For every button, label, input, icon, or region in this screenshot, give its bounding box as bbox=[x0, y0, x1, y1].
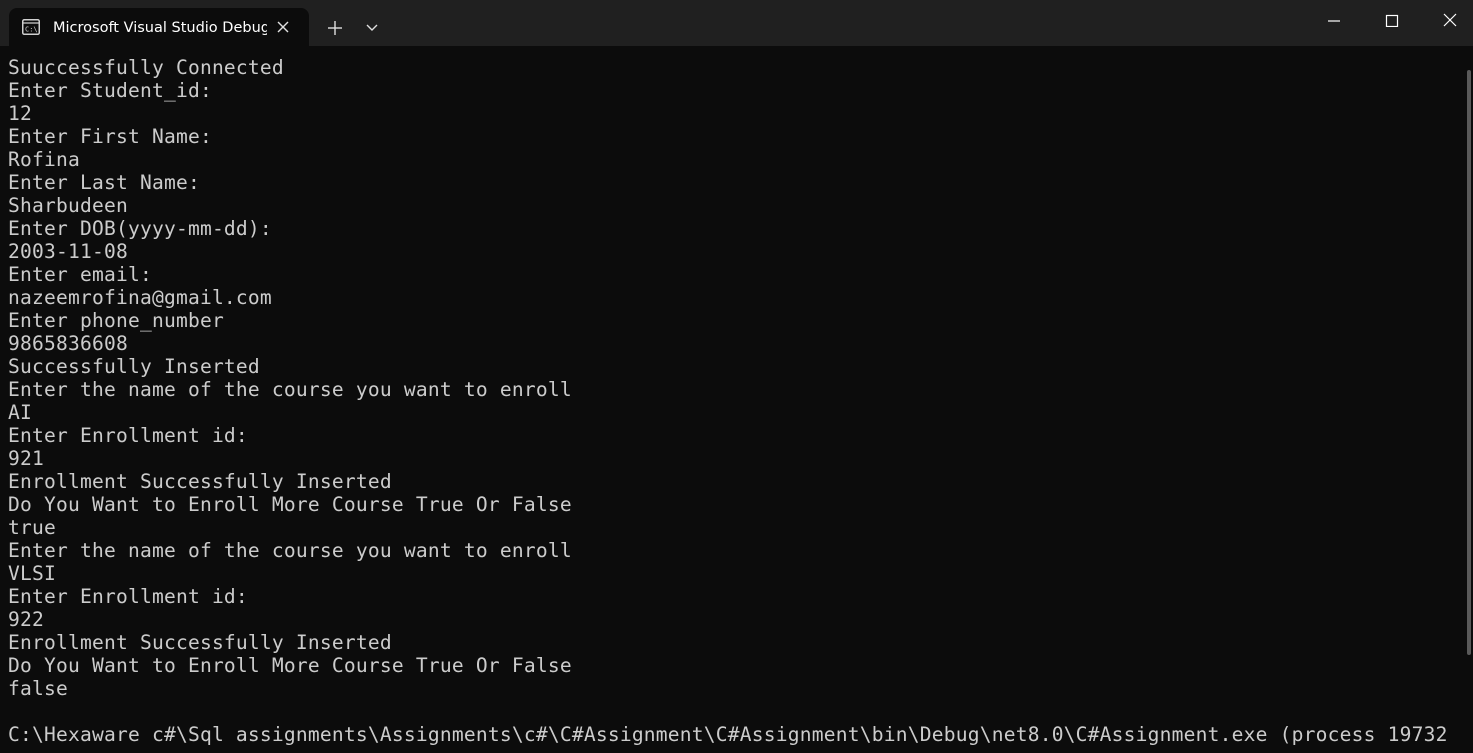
console-output[interactable]: Suuccessfully Connected Enter Student_id:… bbox=[8, 56, 1458, 753]
console-line: Enter First Name: bbox=[8, 125, 212, 148]
tab-close-icon[interactable] bbox=[274, 18, 292, 36]
vertical-scrollbar[interactable] bbox=[1467, 70, 1471, 655]
console-line: Enter Enrollment id: bbox=[8, 585, 248, 608]
console-line: false bbox=[8, 677, 68, 700]
close-window-button[interactable] bbox=[1421, 0, 1473, 42]
maximize-button[interactable] bbox=[1363, 0, 1421, 42]
minimize-icon bbox=[1328, 20, 1340, 22]
console-line: Enrollment Successfully Inserted bbox=[8, 631, 392, 654]
console-line: VLSI bbox=[8, 562, 56, 585]
console-line: Suuccessfully Connected bbox=[8, 56, 284, 79]
console-line: Enter the name of the course you want to… bbox=[8, 539, 572, 562]
console-line: nazeemrofina@gmail.com bbox=[8, 286, 272, 309]
console-line: C:\Hexaware c#\Sql assignments\Assignmen… bbox=[8, 723, 1448, 746]
console-line: Enter phone_number bbox=[8, 309, 224, 332]
console-line: Successfully Inserted bbox=[8, 355, 260, 378]
console-line: Do You Want to Enroll More Course True O… bbox=[8, 493, 572, 516]
console-line: Sharbudeen bbox=[8, 194, 128, 217]
tab-debug-console[interactable]: C:\ Microsoft Visual Studio Debug Consol… bbox=[9, 8, 309, 46]
console-line: 922 bbox=[8, 608, 44, 631]
console-line: Enter the name of the course you want to… bbox=[8, 378, 572, 401]
console-line: Enter Student_id: bbox=[8, 79, 212, 102]
console-line: true bbox=[8, 516, 56, 539]
console-line: Do You Want to Enroll More Course True O… bbox=[8, 654, 572, 677]
console-window: C:\ Microsoft Visual Studio Debug Consol… bbox=[0, 0, 1473, 753]
console-line: Enter Last Name: bbox=[8, 171, 200, 194]
new-tab-plus-icon[interactable] bbox=[322, 15, 348, 41]
maximize-icon bbox=[1385, 14, 1399, 27]
console-line: Enrollment Successfully Inserted bbox=[8, 470, 392, 493]
console-line: 921 bbox=[8, 447, 44, 470]
tab-title: Microsoft Visual Studio Debug Console bbox=[53, 20, 267, 36]
title-bar: C:\ Microsoft Visual Studio Debug Consol… bbox=[0, 0, 1473, 46]
chevron-down-icon[interactable] bbox=[361, 15, 383, 41]
minimize-button[interactable] bbox=[1305, 0, 1363, 42]
svg-text:C:\: C:\ bbox=[25, 26, 38, 34]
console-line: 2003-11-08 bbox=[8, 240, 128, 263]
console-line: 12 bbox=[8, 102, 32, 125]
console-line: Enter Enrollment id: bbox=[8, 424, 248, 447]
console-line: Enter DOB(yyyy-mm-dd): bbox=[8, 217, 272, 240]
console-line: Rofina bbox=[8, 148, 80, 171]
close-icon bbox=[1443, 13, 1457, 27]
console-line: 9865836608 bbox=[8, 332, 128, 355]
console-line: AI bbox=[8, 401, 32, 424]
console-line: Enter email: bbox=[8, 263, 152, 286]
terminal-icon: C:\ bbox=[22, 19, 40, 35]
